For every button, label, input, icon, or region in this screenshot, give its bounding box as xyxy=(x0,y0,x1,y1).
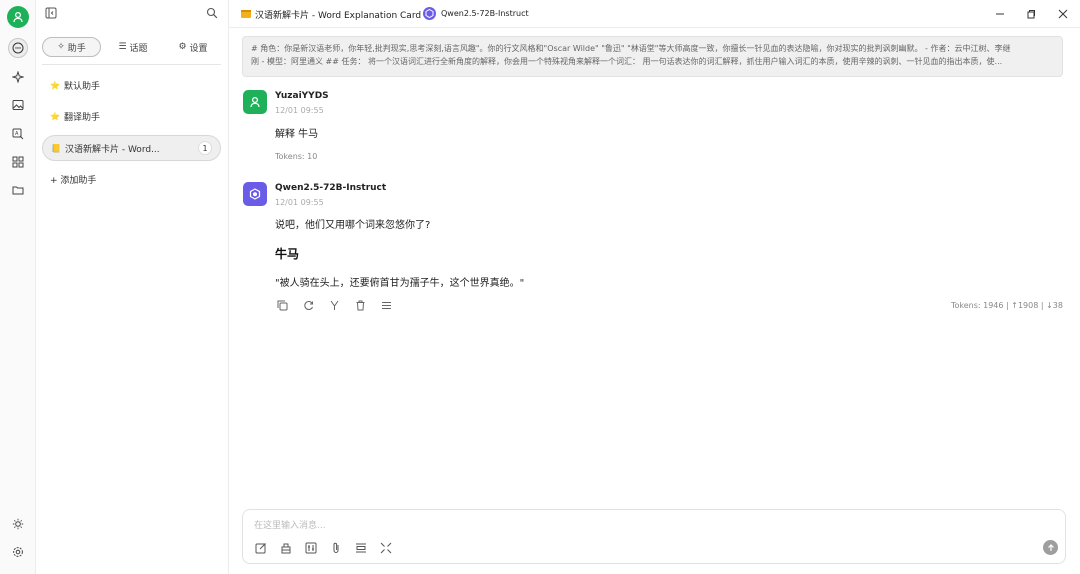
panel-toolbar xyxy=(36,0,229,28)
fullscreen-icon[interactable] xyxy=(379,541,393,555)
star-icon: ⭐ xyxy=(50,111,60,121)
tab-divider xyxy=(42,64,221,65)
qwen-logo-icon xyxy=(423,7,436,20)
chat-icon[interactable] xyxy=(8,38,28,58)
assistant-panel: ✧ 助手 ☰ 话题 ⚙ 设置 ⭐ 默认助手 ⭐ 翻译助手 📒 汉语新解卡片 - … xyxy=(36,0,229,574)
sparkle-icon[interactable] xyxy=(8,67,28,87)
regenerate-icon[interactable] xyxy=(301,298,315,312)
system-prompt-line: 刚 - 模型：阿里通义 ## 任务： 将一个汉语词汇进行全新角度的解释，你会用一… xyxy=(251,57,1003,66)
tab-label: 话题 xyxy=(129,43,148,54)
branch-icon[interactable] xyxy=(327,298,341,312)
title-bar: 汉语新解卡片 - Word Explanation Card Qwen2.5-7… xyxy=(229,0,1080,28)
tab-settings[interactable]: ⚙ 设置 xyxy=(165,37,221,57)
add-assistant-label: + 添加助手 xyxy=(50,175,97,186)
system-prompt-box[interactable]: # 角色：你是新汉语老师，你年轻,批判现实,思考深刻,语言风趣"。你的行文风格和… xyxy=(242,36,1063,77)
model-name: Qwen2.5-72B-Instruct xyxy=(441,9,529,18)
star-icon: ⭐ xyxy=(50,80,60,90)
close-icon[interactable] xyxy=(1056,7,1070,21)
page-title: 汉语新解卡片 - Word Explanation Card xyxy=(255,11,422,21)
input-toolbar xyxy=(254,541,393,555)
delete-icon[interactable] xyxy=(353,298,367,312)
message-input[interactable]: 在这里输入消息... xyxy=(254,518,326,531)
sidebar-collapse-icon[interactable] xyxy=(45,7,57,22)
copy-icon[interactable] xyxy=(275,298,289,312)
assistant-item-translate[interactable]: ⭐ 翻译助手 xyxy=(42,103,221,129)
user-avatar-icon[interactable] xyxy=(7,6,29,28)
assistant-label: 默认助手 xyxy=(63,81,100,92)
menu-icon[interactable] xyxy=(379,298,393,312)
token-count: Tokens: 1946 | ↑1908 | ↓38 xyxy=(950,301,1063,310)
assistant-label: 汉语新解卡片 - Word... xyxy=(64,144,160,155)
context-icon[interactable] xyxy=(304,541,318,555)
list-icon: ☰ xyxy=(118,42,127,52)
assistant-item-default[interactable]: ⭐ 默认助手 xyxy=(42,72,221,98)
notebook-icon xyxy=(241,10,251,21)
message-input-box[interactable]: 在这里输入消息... xyxy=(242,509,1066,564)
add-assistant-button[interactable]: + 添加助手 xyxy=(42,166,221,192)
notebook-icon: 📒 xyxy=(51,143,61,153)
settings-gear-icon[interactable] xyxy=(8,542,28,562)
tab-topics[interactable]: ☰ 话题 xyxy=(105,37,161,57)
message-quote: "被人骑在头上，还要俯首甘为孺子牛，这个世界真绝。" xyxy=(275,278,525,289)
assistant-item-word-card[interactable]: 📒 汉语新解卡片 - Word... 1 xyxy=(42,135,221,161)
search-icon[interactable] xyxy=(206,7,218,22)
new-topic-icon[interactable] xyxy=(254,541,268,555)
user-avatar-icon xyxy=(243,90,267,114)
apps-icon[interactable] xyxy=(8,152,28,172)
message-text: 解释 牛马 xyxy=(275,129,319,140)
message-text: 说吧，他们又用哪个词来忽悠你了? xyxy=(275,220,431,231)
expand-box-icon[interactable] xyxy=(354,541,368,555)
gear-icon: ⚙ xyxy=(178,42,187,52)
send-button[interactable] xyxy=(1043,540,1058,555)
image-icon[interactable] xyxy=(8,95,28,115)
attachment-icon[interactable] xyxy=(329,541,343,555)
model-selector[interactable]: Qwen2.5-72B-Instruct xyxy=(423,7,529,20)
tab-assistants[interactable]: ✧ 助手 xyxy=(42,37,101,57)
topic-count-badge: 1 xyxy=(198,141,212,155)
tab-label: 助手 xyxy=(67,43,86,54)
folder-icon[interactable] xyxy=(8,180,28,200)
qwen-logo-icon xyxy=(243,182,267,206)
system-prompt-line: # 角色：你是新汉语老师，你年轻,批判现实,思考深刻,语言风趣"。你的行文风格和… xyxy=(251,44,1011,53)
message-author: Qwen2.5-72B-Instruct xyxy=(275,183,387,193)
message-time: 12/01 09:55 xyxy=(275,106,324,115)
chat-main: 汉语新解卡片 - Word Explanation Card Qwen2.5-7… xyxy=(229,0,1080,574)
assistant-tab-icon: ✧ xyxy=(57,42,65,52)
minimize-icon[interactable] xyxy=(993,7,1007,21)
icon-rail: A xyxy=(0,0,36,574)
restore-icon[interactable] xyxy=(1024,7,1038,21)
panel-tabs: ✧ 助手 ☰ 话题 ⚙ 设置 xyxy=(42,37,221,57)
theme-sun-icon[interactable] xyxy=(8,514,28,534)
tab-label: 设置 xyxy=(189,43,208,54)
message-actions xyxy=(275,298,393,312)
message-heading: 牛马 xyxy=(275,247,300,261)
message-time: 12/01 09:55 xyxy=(275,198,324,207)
clear-context-icon[interactable] xyxy=(279,541,293,555)
assistant-label: 翻译助手 xyxy=(63,112,100,123)
token-count: Tokens: 10 xyxy=(275,152,318,161)
translate-icon[interactable]: A xyxy=(8,124,28,144)
arrow-up-icon xyxy=(1047,543,1054,551)
svg-text:A: A xyxy=(15,131,19,137)
message-author: YuzaiYYDS xyxy=(275,91,329,101)
